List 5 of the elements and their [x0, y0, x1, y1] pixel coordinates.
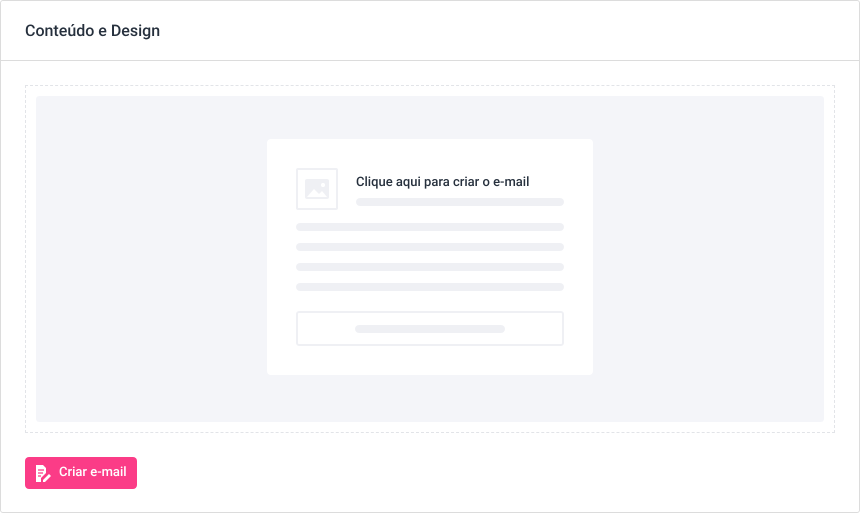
- create-email-prompt[interactable]: Clique aqui para criar o e-mail: [356, 176, 564, 190]
- email-template-card[interactable]: Clique aqui para criar o e-mail: [267, 139, 593, 375]
- drop-zone[interactable]: Clique aqui para criar o e-mail: [25, 85, 835, 433]
- document-edit-icon: [35, 464, 51, 482]
- panel-title: Conteúdo e Design: [25, 20, 160, 42]
